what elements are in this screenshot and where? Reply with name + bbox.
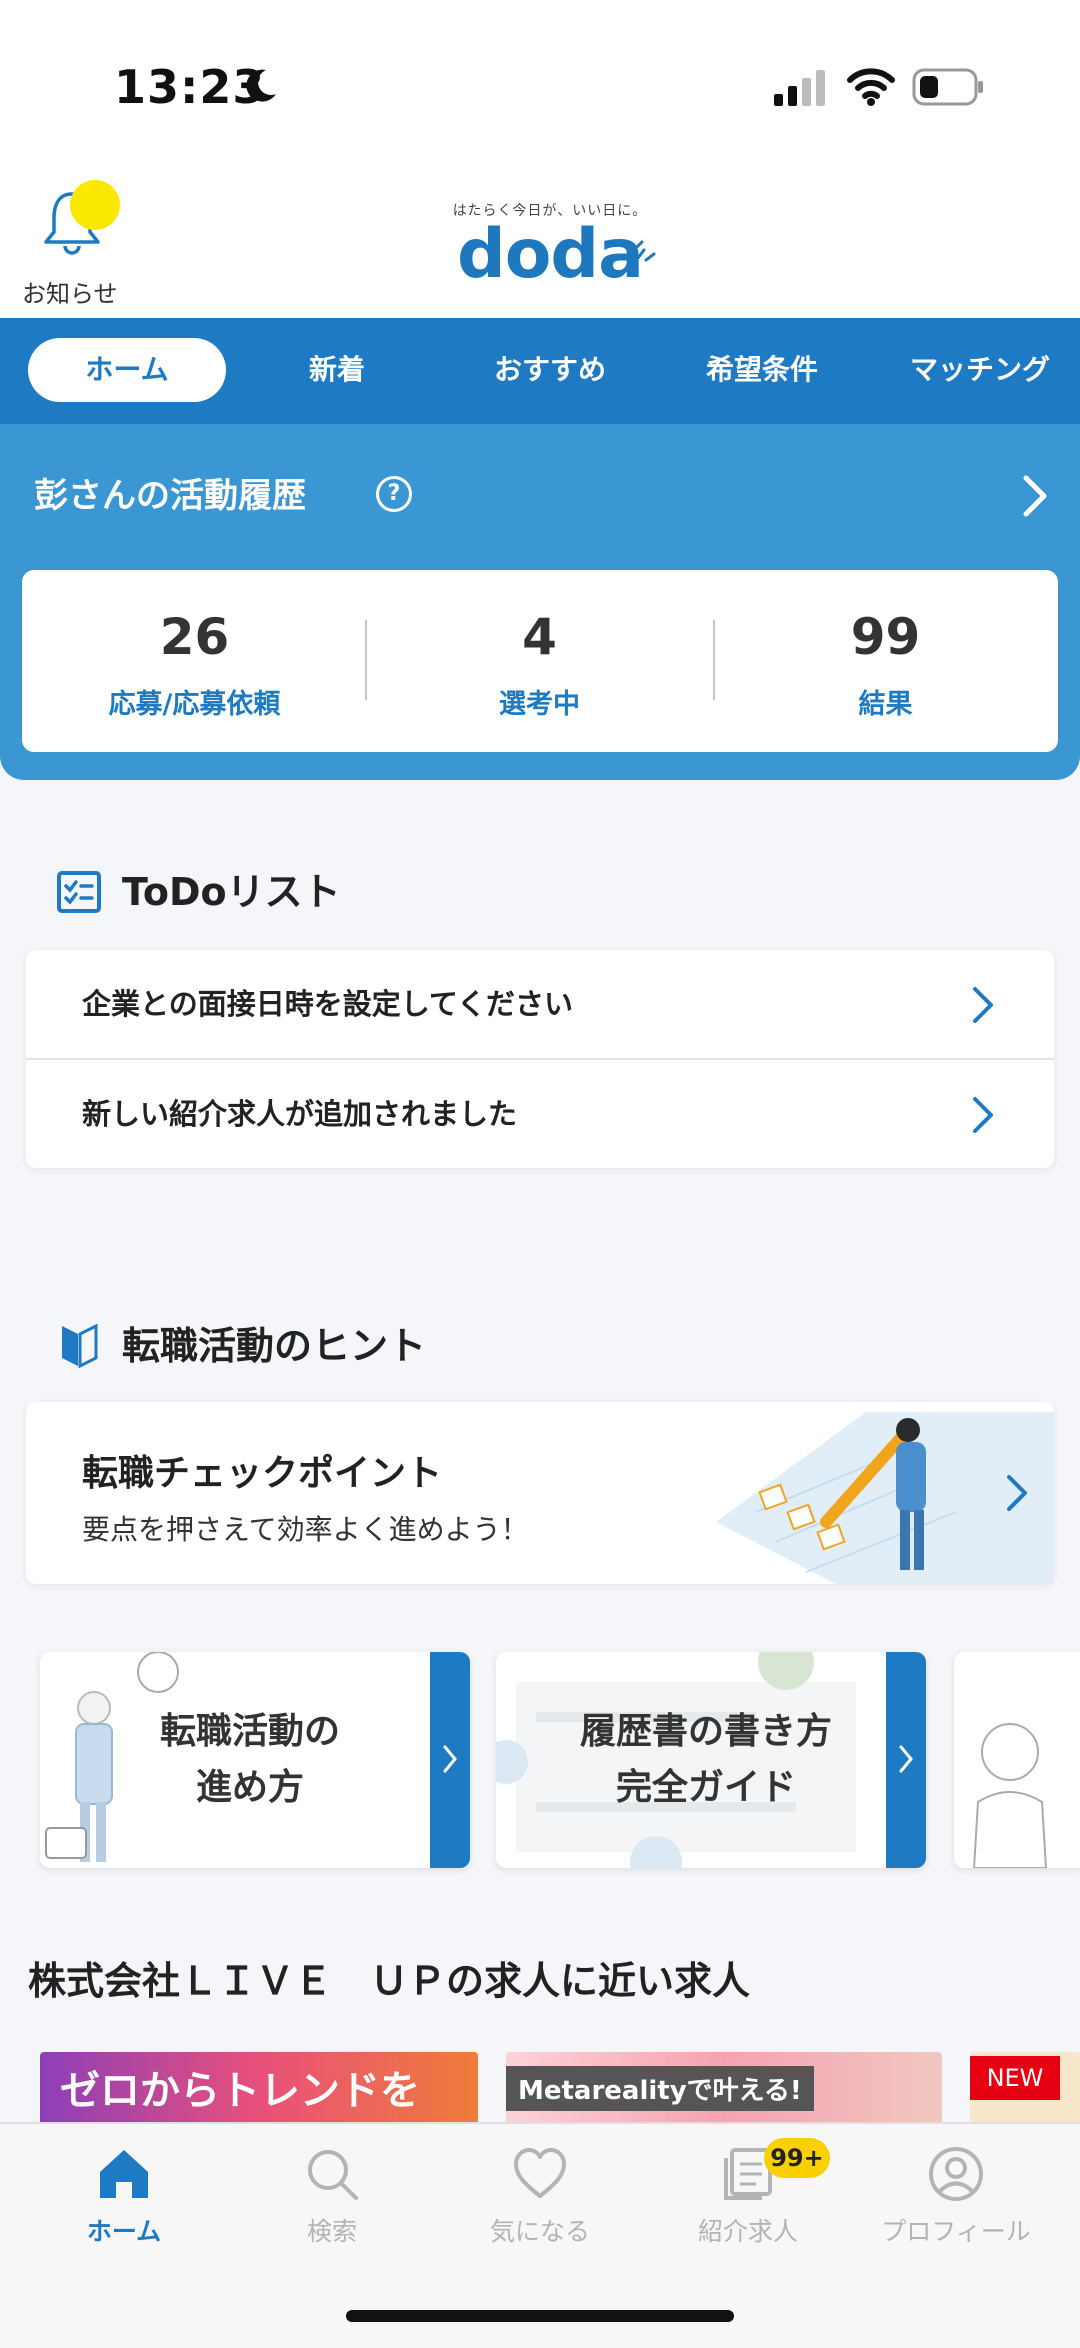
hints-title: 転職活動のヒント <box>122 1324 427 1368</box>
beginner-mark-icon <box>62 1324 98 1368</box>
stat-label: 選考中 <box>499 689 580 720</box>
chevron-right-icon <box>899 1745 913 1773</box>
similar-jobs-title: 株式会社ＬＩＶＥ ＵＰの求人に近い求人 <box>28 1959 751 2003</box>
nav-label: ホーム <box>86 2217 162 2246</box>
todo-item[interactable]: 新しい紹介求人が追加されました <box>26 1060 1054 1168</box>
nav-home[interactable]: ホーム <box>24 2146 224 2266</box>
job-banner[interactable]: ゼロからトレンドを <box>40 2052 478 2122</box>
profile-icon <box>929 2147 983 2201</box>
tab-preferences[interactable]: 希望条件 <box>682 338 842 402</box>
nav-label: 気になる <box>489 2217 590 2246</box>
hint-card-title: 転職チェックポイント <box>82 1453 443 1494</box>
checklist-icon <box>57 871 101 913</box>
chevron-right-icon <box>443 1745 457 1773</box>
chevron-right-icon <box>973 987 993 1023</box>
notification-dot <box>70 180 120 230</box>
guide-card-job-change-steps[interactable]: 転職活動の 進め方 <box>40 1652 470 1868</box>
activity-history-panel: 彭さんの活動履歴 ? 26 応募/応募依頼 4 選考中 99 結果 <box>0 424 1080 780</box>
todo-title: ToDoリスト <box>122 870 341 914</box>
search-icon <box>308 2150 358 2200</box>
heart-icon <box>514 2148 566 2198</box>
cellular-signal-icon <box>774 70 825 106</box>
guide-line: 完全ガイド <box>615 1767 796 1808</box>
guide-card-arrow-strip <box>430 1652 470 1868</box>
activity-title[interactable]: 彭さんの活動履歴 <box>34 468 306 517</box>
doda-logo: はたらく今日が、いい日に。 doda <box>440 200 660 310</box>
guide-card-resume[interactable]: 履歴書の書き方 完全ガイド <box>496 1652 926 1868</box>
todo-item[interactable]: 企業との面接日時を設定してください <box>26 950 1054 1058</box>
stat-value: 26 <box>159 608 230 666</box>
battery-icon <box>912 68 983 106</box>
todo-item-text: 新しい紹介求人が追加されました <box>82 1097 518 1131</box>
job-banner[interactable]: Metarealityで叶える! <box>506 2052 942 2122</box>
help-icon[interactable]: ? <box>376 476 412 512</box>
person-illustration <box>972 1723 1048 1868</box>
moon-icon <box>246 69 276 102</box>
new-badge: NEW <box>970 2056 1060 2100</box>
nav-label: 検索 <box>306 2217 357 2246</box>
todo-list: 企業との面接日時を設定してください 新しい紹介求人が追加されました <box>26 950 1054 1168</box>
guide-line: 履歴書の書き方 <box>579 1711 832 1752</box>
stat-value: 99 <box>850 608 921 666</box>
nav-label: 紹介求人 <box>697 2217 798 2246</box>
app-header: お知らせ はたらく今日が、いい日に。 doda <box>0 160 1080 318</box>
job-banner-text: Metarealityで叶える! <box>506 2066 814 2111</box>
logo-spark-icon <box>634 240 656 262</box>
stat-in-selection[interactable]: 4 選考中 <box>367 570 712 752</box>
todo-item-text: 企業との面接日時を設定してください <box>82 987 573 1021</box>
notifications-button[interactable]: お知らせ <box>20 170 124 308</box>
wifi-icon <box>847 68 895 106</box>
notifications-label: お知らせ <box>22 280 118 308</box>
stat-results[interactable]: 99 結果 <box>713 570 1058 752</box>
job-banner-text: ゼロからトレンドを <box>60 2068 420 2114</box>
career-checkpoint-card[interactable]: 転職チェックポイント 要点を押さえて効率よく進めよう！ <box>26 1402 1054 1584</box>
top-tab-bar: ホーム 新着 おすすめ 希望条件 マッチング <box>0 318 1080 424</box>
nav-profile[interactable]: プロフィール <box>856 2146 1056 2266</box>
guide-line: 進め方 <box>195 1767 304 1808</box>
chevron-right-icon[interactable] <box>1020 474 1050 518</box>
unread-count-badge: 99+ <box>764 2138 830 2178</box>
guide-card-text: 履歴書の書き方 完全ガイド <box>556 1704 856 1816</box>
guide-card-text: 転職活動の 進め方 <box>130 1704 370 1816</box>
nav-favorites[interactable]: 気になる <box>440 2146 640 2266</box>
tab-matching[interactable]: マッチング <box>890 338 1070 402</box>
nav-label: プロフィール <box>881 2217 1031 2246</box>
stat-value: 4 <box>522 608 557 666</box>
nav-introduced-jobs[interactable]: 99+ 紹介求人 <box>648 2138 848 2266</box>
checklist-person-illustration <box>716 1412 1054 1584</box>
guide-card-partial[interactable] <box>954 1652 1080 1868</box>
nav-search[interactable]: 検索 <box>232 2146 432 2266</box>
home-indicator[interactable] <box>346 2310 734 2322</box>
tab-home[interactable]: ホーム <box>28 338 226 402</box>
tab-new[interactable]: 新着 <box>262 338 412 402</box>
stat-label: 結果 <box>858 689 913 720</box>
home-icon <box>100 2150 148 2198</box>
guide-line: 転職活動の <box>159 1711 340 1752</box>
activity-stats-card: 26 応募/応募依頼 4 選考中 99 結果 <box>22 570 1058 752</box>
hint-card-subtitle: 要点を押さえて効率よく進めよう！ <box>82 1513 529 1546</box>
chevron-right-icon <box>973 1097 993 1133</box>
chevron-right-icon <box>1007 1475 1027 1511</box>
stat-label: 応募/応募依頼 <box>108 689 281 720</box>
tab-recommended[interactable]: おすすめ <box>470 338 630 402</box>
guide-card-arrow-strip <box>886 1652 926 1868</box>
logo-wordmark: doda <box>457 215 644 294</box>
status-bar: 13:23 <box>0 0 1080 160</box>
stat-applications[interactable]: 26 応募/応募依頼 <box>22 570 367 752</box>
